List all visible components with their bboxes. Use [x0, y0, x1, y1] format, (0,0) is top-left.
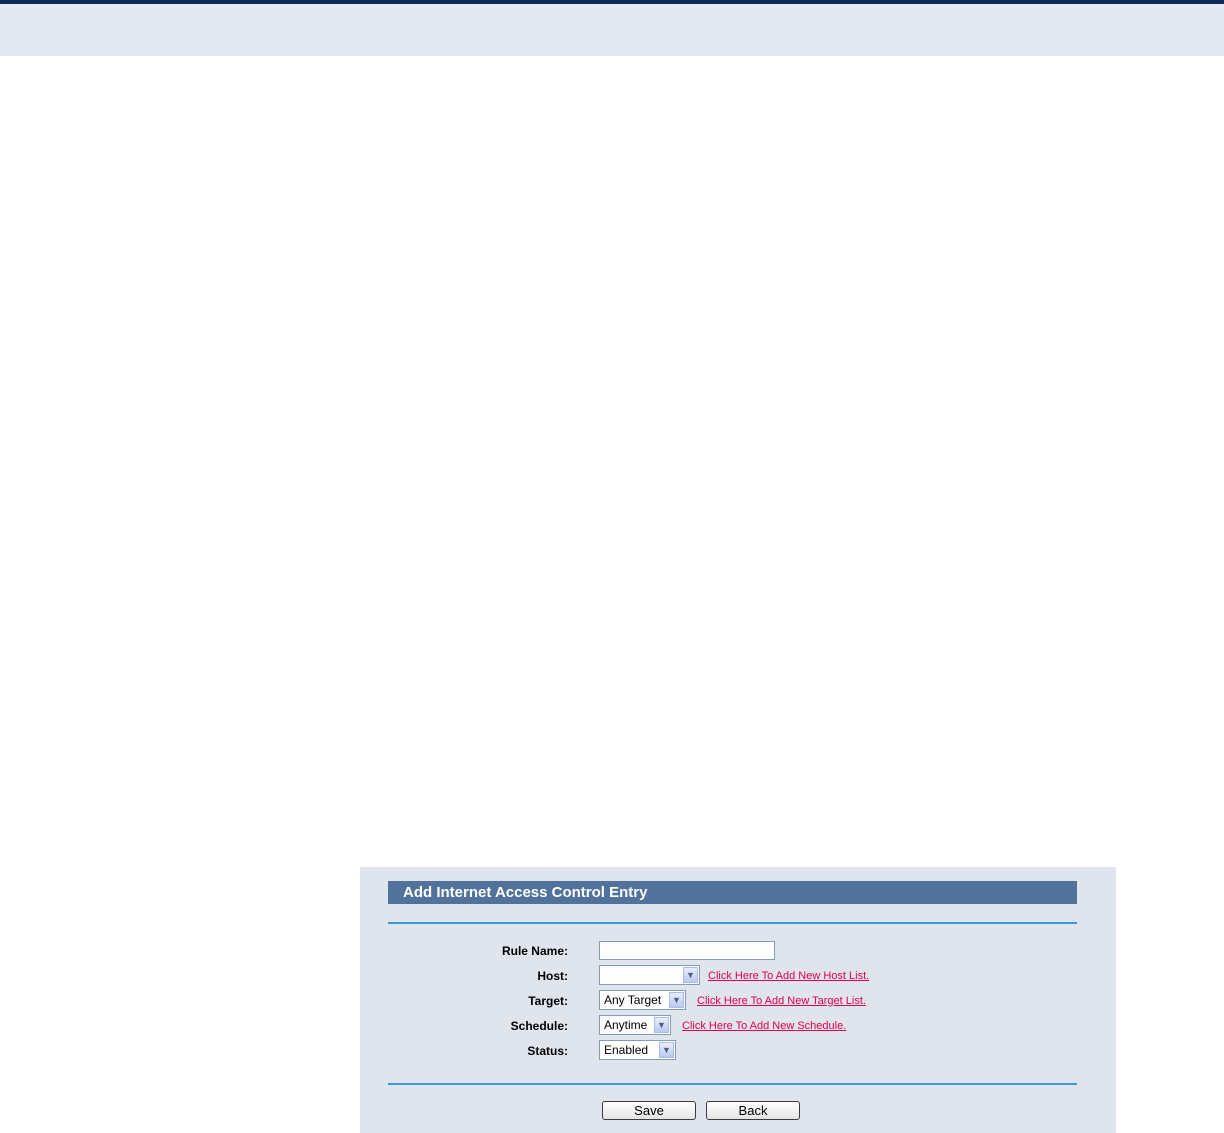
- chevron-down-icon[interactable]: ▼: [669, 992, 684, 1008]
- schedule-select[interactable]: Anytime ▼: [599, 1015, 671, 1035]
- rule-name-label: Rule Name:: [501, 944, 568, 958]
- status-select[interactable]: Enabled ▼: [599, 1040, 676, 1060]
- status-label: Status:: [527, 1044, 568, 1058]
- add-target-list-link[interactable]: Click Here To Add New Target List.: [697, 995, 866, 1007]
- add-host-list-link[interactable]: Click Here To Add New Host List.: [708, 970, 869, 982]
- schedule-label: Schedule:: [510, 1019, 568, 1033]
- target-select[interactable]: Any Target ▼: [599, 990, 686, 1010]
- chevron-down-icon[interactable]: ▼: [659, 1042, 674, 1058]
- add-schedule-link[interactable]: Click Here To Add New Schedule.: [682, 1020, 846, 1032]
- chevron-down-icon[interactable]: ▼: [683, 967, 698, 983]
- back-button[interactable]: Back: [706, 1101, 800, 1120]
- host-label: Host:: [537, 969, 568, 983]
- top-divider: [388, 922, 1077, 924]
- target-select-value: Any Target: [604, 993, 662, 1007]
- chevron-down-icon[interactable]: ▼: [654, 1017, 669, 1033]
- bottom-divider: [388, 1083, 1077, 1085]
- top-header-band: [0, 4, 1224, 56]
- access-control-form-panel: Add Internet Access Control Entry Rule N…: [360, 867, 1116, 1133]
- host-select[interactable]: ▼: [599, 965, 700, 985]
- rule-name-input[interactable]: [599, 941, 775, 960]
- status-select-value: Enabled: [604, 1043, 649, 1057]
- schedule-select-value: Anytime: [604, 1018, 648, 1032]
- form-title: Add Internet Access Control Entry: [388, 881, 1077, 904]
- save-button[interactable]: Save: [602, 1101, 696, 1120]
- target-label: Target:: [528, 994, 568, 1008]
